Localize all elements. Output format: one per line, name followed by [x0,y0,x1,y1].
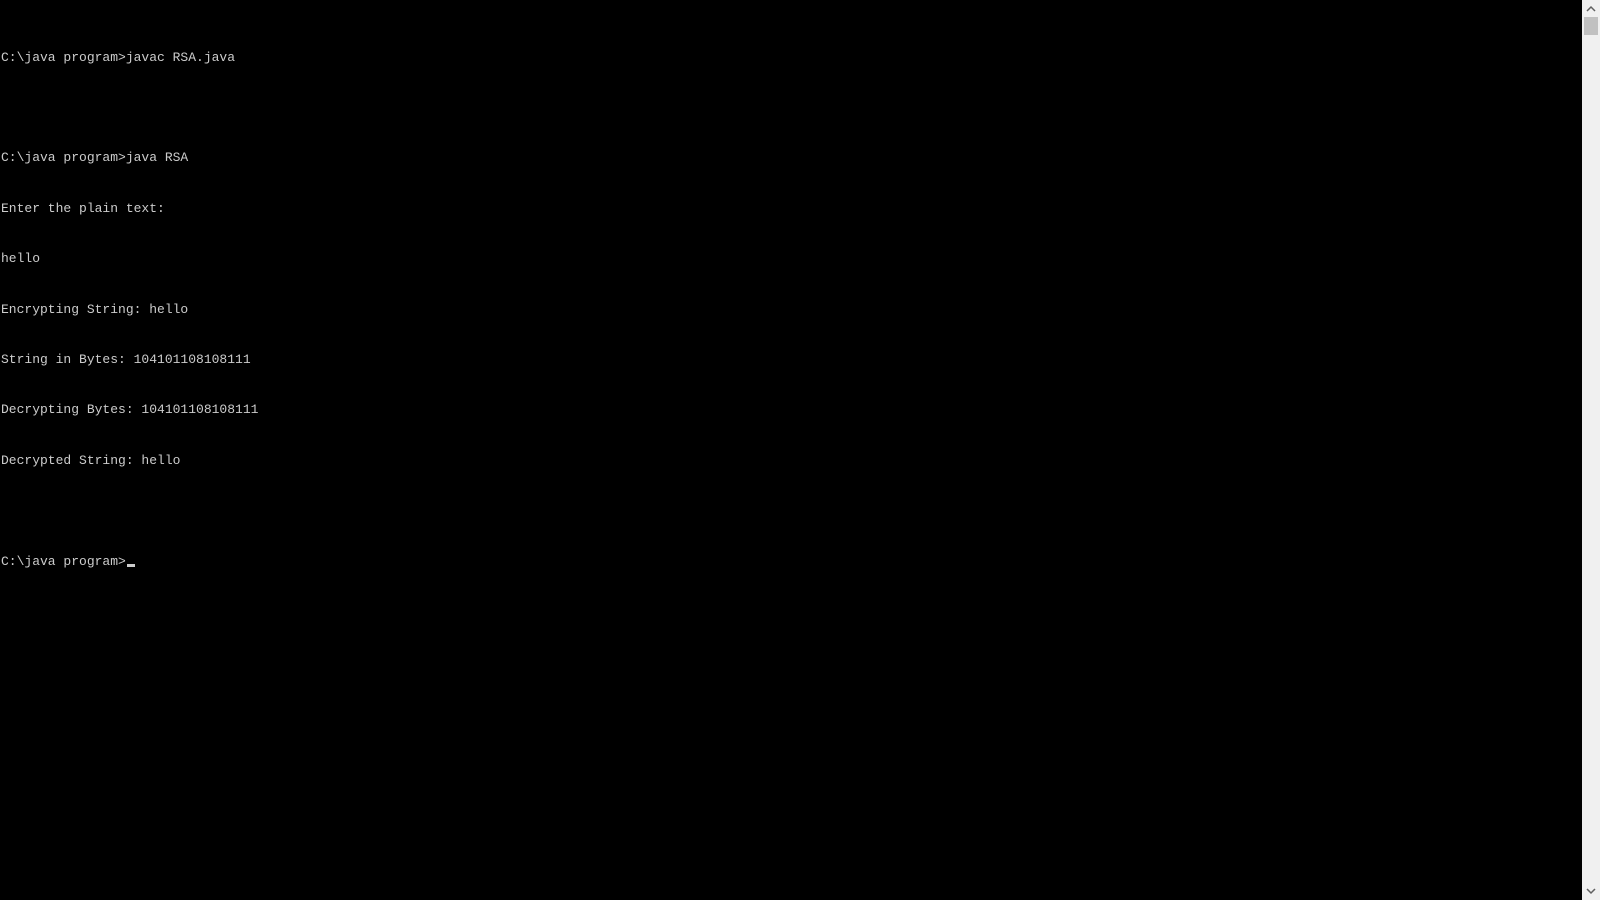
scrollbar-thumb[interactable] [1584,17,1598,35]
prompt-line[interactable]: C:\java program> [1,554,258,571]
output-line: C:\java program>javac RSA.java [1,49,236,65]
console-window[interactable]: C:\java program>javac RSA.java C:\java p… [0,0,1582,900]
output-line: C:\java program>java RSA [1,150,189,166]
output-line: String in Bytes: 104101108108111 [1,351,251,367]
chevron-up-icon [1586,5,1596,12]
output-line: Decrypting Bytes: 104101108108111 [1,402,259,418]
output-line: Decrypted String: hello [1,452,181,468]
output-line: hello [1,251,41,267]
chevron-down-icon [1586,888,1596,895]
output-line: Enter the plain text: [1,200,165,216]
output-line: Encrypting String: hello [1,301,189,317]
text-cursor [126,563,135,567]
vertical-scrollbar[interactable] [1582,0,1600,900]
scroll-up-button[interactable] [1582,0,1600,17]
scroll-down-button[interactable] [1582,883,1600,900]
console-output[interactable]: C:\java program>javac RSA.java C:\java p… [1,16,258,604]
command-prompt: C:\java program> [1,553,126,569]
